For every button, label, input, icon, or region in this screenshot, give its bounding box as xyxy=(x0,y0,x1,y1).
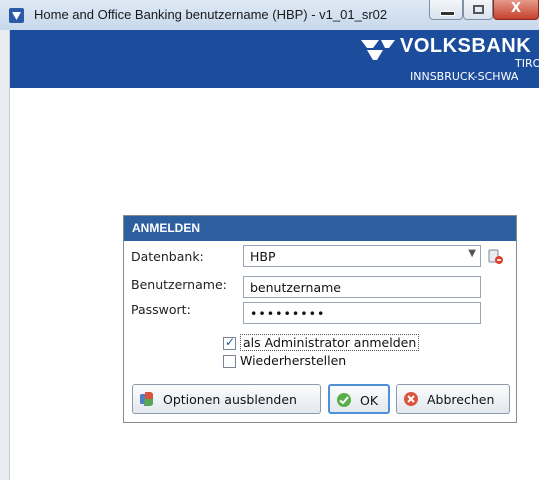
options-icon xyxy=(140,392,153,406)
database-label: Datenbank: xyxy=(131,249,204,264)
ok-button-label: OK xyxy=(360,393,379,408)
ok-button[interactable]: OK xyxy=(328,384,390,414)
minimize-icon xyxy=(440,11,455,16)
admin-checkbox-label[interactable]: als Administrator anmelden xyxy=(240,334,420,351)
username-label: Benutzername: xyxy=(131,277,227,292)
cancel-button[interactable]: Abbrechen xyxy=(396,384,510,414)
login-dialog: ANMELDEN Datenbank: HBP ▼ Benutzername: … xyxy=(123,215,517,423)
admin-checkbox[interactable]: ✓ xyxy=(223,335,236,350)
app-icon xyxy=(9,8,24,23)
dialog-title: ANMELDEN xyxy=(132,221,200,235)
password-input[interactable]: ••••••••• xyxy=(243,302,481,324)
window-left-edge xyxy=(0,30,10,480)
maximize-button[interactable] xyxy=(463,0,493,20)
close-button[interactable]: X xyxy=(493,0,539,20)
maximize-icon xyxy=(473,5,484,14)
cancel-button-label: Abbrechen xyxy=(427,392,495,407)
password-label: Passwort: xyxy=(131,302,191,317)
database-select[interactable]: HBP ▼ xyxy=(243,245,481,267)
brand-banner: VOLKSBANK TIRO INNSBRUCK-SCHWA xyxy=(10,30,539,88)
brand-name: VOLKSBANK xyxy=(400,35,532,57)
dialog-header: ANMELDEN xyxy=(124,216,516,241)
brand-region-line1: TIRO xyxy=(515,57,539,70)
brand-region-line2: INNSBRUCK-SCHWA xyxy=(410,70,519,83)
ok-check-icon xyxy=(337,393,351,407)
restore-checkbox[interactable] xyxy=(223,355,236,368)
checkmark-icon: ✓ xyxy=(225,335,236,349)
chevron-down-icon[interactable]: ▼ xyxy=(468,248,476,259)
database-settings-icon[interactable] xyxy=(488,249,504,265)
window-title-bar[interactable]: Home and Office Banking benutzername (HB… xyxy=(0,0,539,31)
window-title: Home and Office Banking benutzername (HB… xyxy=(34,7,388,22)
username-input[interactable]: benutzername xyxy=(243,276,481,298)
database-value: HBP xyxy=(250,249,276,264)
minimize-button[interactable] xyxy=(429,0,463,20)
close-icon: X xyxy=(510,1,522,16)
volksbank-logo-icon xyxy=(361,40,395,60)
options-button-label: Optionen ausblenden xyxy=(163,392,297,407)
cancel-x-icon xyxy=(404,392,418,406)
restore-checkbox-label[interactable]: Wiederherstellen xyxy=(240,353,346,368)
options-button[interactable]: Optionen ausblenden xyxy=(132,384,321,414)
